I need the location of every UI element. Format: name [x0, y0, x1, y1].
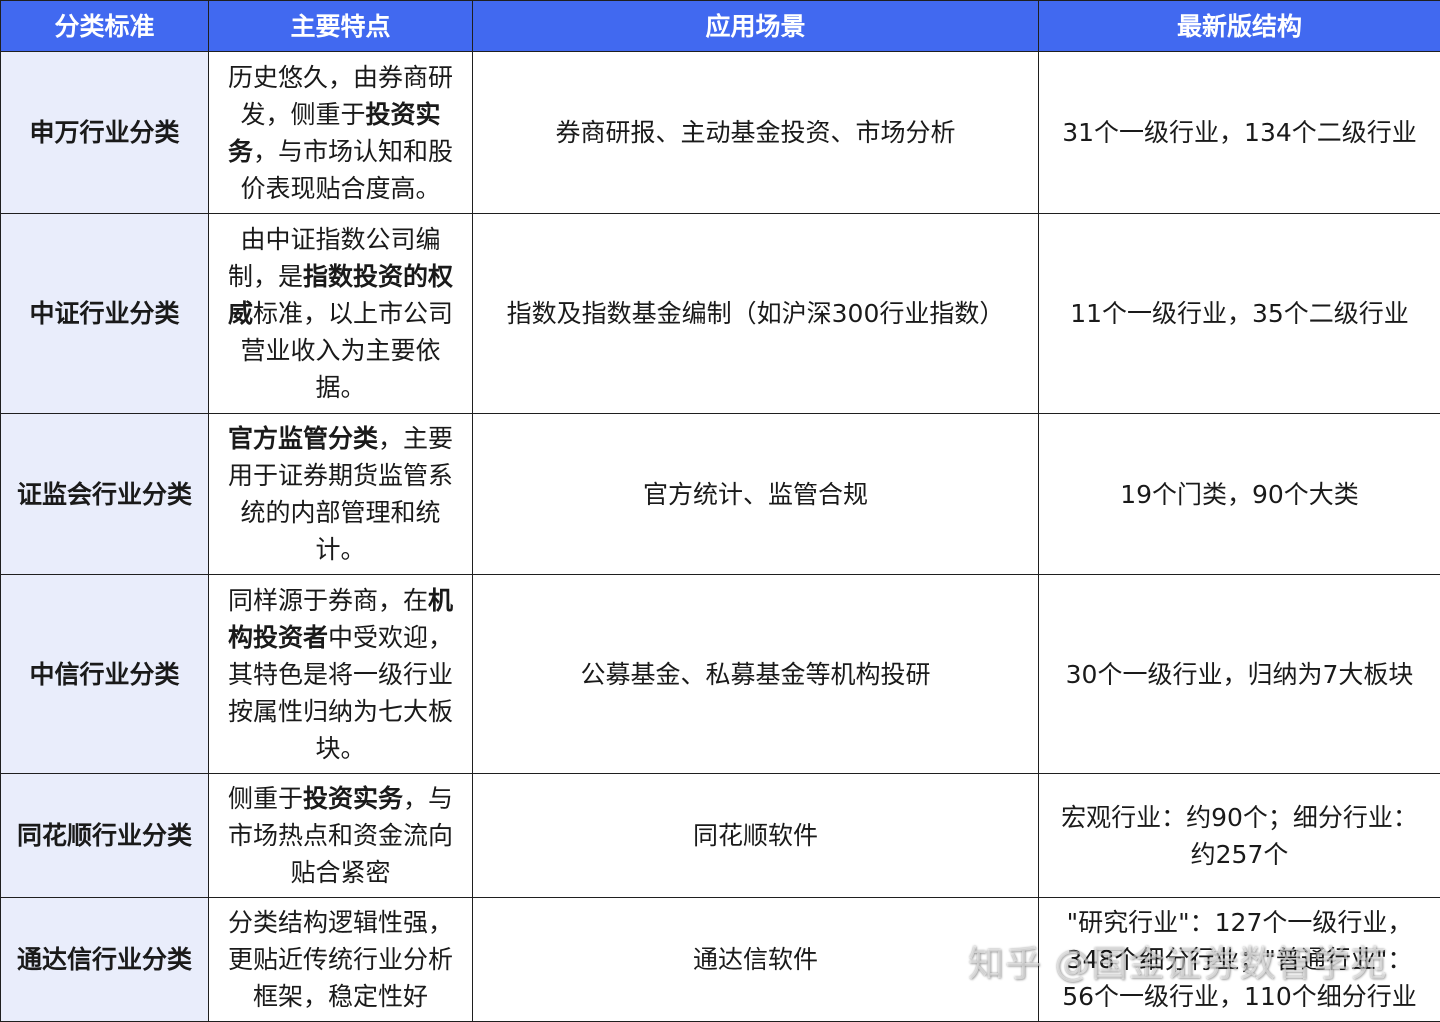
row-structure: 宏观行业：约90个；细分行业：约257个: [1039, 774, 1440, 898]
header-classification: 分类标准: [1, 1, 209, 52]
row-feature: 由中证指数公司编制，是指数投资的权威标准，以上市公司营业收入为主要依据。: [209, 214, 473, 414]
row-feature: 分类结构逻辑性强，更贴近传统行业分析框架，稳定性好: [209, 898, 473, 1022]
feature-text: 分类结构逻辑性强，更贴近传统行业分析框架，稳定性好: [228, 908, 453, 1011]
row-feature: 侧重于投资实务，与市场热点和资金流向贴合紧密: [209, 774, 473, 898]
row-scene: 同花顺软件: [473, 774, 1039, 898]
row-name: 证监会行业分类: [1, 414, 209, 575]
industry-classification-table: 分类标准 主要特点 应用场景 最新版结构 申万行业分类 历史悠久，由券商研发，侧…: [0, 0, 1440, 1022]
structure-line: 19个门类，90个大类: [1049, 476, 1430, 513]
table-row: 申万行业分类 历史悠久，由券商研发，侧重于投资实务，与市场认知和股价表现贴合度高…: [1, 52, 1440, 214]
row-name: 中证行业分类: [1, 214, 209, 414]
row-feature: 历史悠久，由券商研发，侧重于投资实务，与市场认知和股价表现贴合度高。: [209, 52, 473, 214]
structure-line: "研究行业"：127个一级行业，: [1049, 904, 1430, 941]
row-name: 同花顺行业分类: [1, 774, 209, 898]
structure-line: 348个细分行业；"普通行业"：: [1049, 941, 1430, 978]
table-row: 中信行业分类 同样源于券商，在机构投资者中受欢迎，其特色是将一级行业按属性归纳为…: [1, 575, 1440, 774]
feature-text: ，与市场认知和股价表现贴合度高。: [240, 137, 453, 203]
row-scene: 券商研报、主动基金投资、市场分析: [473, 52, 1039, 214]
row-scene: 公募基金、私募基金等机构投研: [473, 575, 1039, 774]
structure-line: 宏观行业：约90个；细分行业：约257个: [1049, 799, 1430, 873]
structure-line: 31个一级行业，134个二级行业: [1049, 114, 1430, 151]
header-features: 主要特点: [209, 1, 473, 52]
table-row: 通达信行业分类 分类结构逻辑性强，更贴近传统行业分析框架，稳定性好 通达信软件 …: [1, 898, 1440, 1022]
row-scene: 通达信软件: [473, 898, 1039, 1022]
row-name: 中信行业分类: [1, 575, 209, 774]
row-name: 通达信行业分类: [1, 898, 209, 1022]
feature-highlight: 官方监管分类: [228, 424, 378, 453]
header-structure: 最新版结构: [1039, 1, 1440, 52]
feature-text: 同样源于券商，在: [228, 586, 428, 615]
row-structure: 11个一级行业，35个二级行业: [1039, 214, 1440, 414]
row-structure: "研究行业"：127个一级行业，348个细分行业；"普通行业"：56个一级行业，…: [1039, 898, 1440, 1022]
row-feature: 官方监管分类，主要用于证券期货监管系统的内部管理和统计。: [209, 414, 473, 575]
row-structure: 31个一级行业，134个二级行业: [1039, 52, 1440, 214]
table-row: 中证行业分类 由中证指数公司编制，是指数投资的权威标准，以上市公司营业收入为主要…: [1, 214, 1440, 414]
table-row: 同花顺行业分类 侧重于投资实务，与市场热点和资金流向贴合紧密 同花顺软件 宏观行…: [1, 774, 1440, 898]
row-scene: 官方统计、监管合规: [473, 414, 1039, 575]
structure-line: 30个一级行业，归纳为7大板块: [1049, 656, 1430, 693]
feature-text: 标准，以上市公司营业收入为主要依据。: [240, 299, 453, 402]
header-row: 分类标准 主要特点 应用场景 最新版结构: [1, 1, 1440, 52]
feature-text: 侧重于: [228, 784, 303, 813]
row-structure: 30个一级行业，归纳为7大板块: [1039, 575, 1440, 774]
row-name: 申万行业分类: [1, 52, 209, 214]
structure-line: 11个一级行业，35个二级行业: [1049, 295, 1430, 332]
feature-highlight: 投资实务: [303, 784, 403, 813]
row-feature: 同样源于券商，在机构投资者中受欢迎，其特色是将一级行业按属性归纳为七大板块。: [209, 575, 473, 774]
header-scenarios: 应用场景: [473, 1, 1039, 52]
table-row: 证监会行业分类 官方监管分类，主要用于证券期货监管系统的内部管理和统计。 官方统…: [1, 414, 1440, 575]
row-scene: 指数及指数基金编制（如沪深300行业指数）: [473, 214, 1039, 414]
structure-line: 56个一级行业，110个细分行业: [1049, 978, 1430, 1015]
row-structure: 19个门类，90个大类: [1039, 414, 1440, 575]
